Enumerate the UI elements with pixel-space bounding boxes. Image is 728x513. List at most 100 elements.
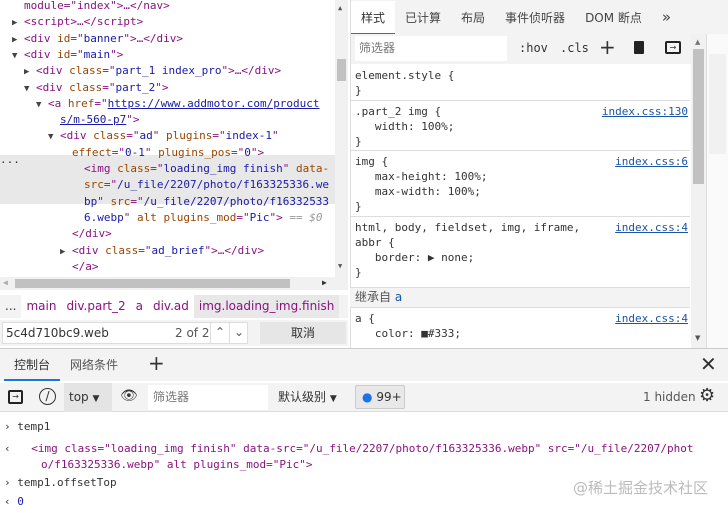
style-rule: img { max-height: 100%; max-width: 100%;… [355, 155, 488, 213]
style-rule: a { color: ■#333; [355, 312, 461, 340]
paint-icon[interactable] [634, 41, 644, 54]
breadcrumb-a[interactable]: a [130, 295, 148, 318]
breadcrumb-img[interactable]: img.loading_img.finish [193, 295, 340, 318]
toggle-sidebar-icon[interactable]: → [665, 41, 681, 54]
dom-token: =" [126, 129, 140, 143]
dom-node-line[interactable]: src="/u_file/2207/photo/f163325336.we [84, 177, 329, 193]
issues-badge[interactable]: ● 99+ [355, 385, 405, 409]
expand-right-icon[interactable]: ▶ [12, 15, 24, 31]
dom-node-line[interactable]: s/m-560-p7"> [60, 112, 139, 128]
hov-button[interactable]: :hov [519, 41, 548, 55]
dom-token: part_2 [115, 80, 156, 94]
dom-token: part_1 index_pro [115, 64, 222, 78]
style-source-link[interactable]: index.css:4 [615, 220, 688, 235]
show-sidebar-icon[interactable]: → [8, 390, 23, 404]
dom-token: src [110, 194, 131, 208]
styles-scroll-up-icon[interactable]: ▲ [695, 38, 700, 46]
inherited-from-link[interactable]: a [395, 290, 402, 304]
log-level-dropdown[interactable]: 默认级别 ▼ [278, 383, 337, 412]
breadcrumb-more-left[interactable]: ... [0, 295, 21, 318]
elements-vertical-scrollbar[interactable]: ▲ ▼ [335, 0, 348, 277]
dom-node-line[interactable]: ▼ <div class="part_2"> [24, 80, 169, 96]
tab-network-conditions[interactable]: 网络条件 [60, 349, 128, 381]
dom-token: " [97, 194, 111, 208]
overview-thumb[interactable] [709, 54, 726, 154]
node-ellipsis[interactable]: ... [0, 153, 20, 166]
dom-node-line[interactable]: ▶ <div class="ad_brief">…</div> [60, 243, 264, 259]
search-input[interactable]: 5c4d710bc9.web 2 of 2 ⌃ ⌄ [2, 322, 248, 344]
expand-right-icon[interactable]: ▶ [60, 244, 72, 260]
expand-right-icon[interactable]: ▶ [12, 32, 24, 48]
elements-tree[interactable]: module="index">…</nav> ▶ <script>…</script… [0, 0, 348, 290]
dom-node-line[interactable]: </div> [72, 226, 112, 242]
dom-token: banner [83, 31, 124, 45]
dom-node-line[interactable]: 6.webp" alt plugins_mod="Pic"> == $0 [84, 210, 322, 226]
dom-node-line[interactable]: effect="0-1" plugins_pos="0"> [72, 145, 264, 161]
scroll-thumb[interactable] [337, 59, 346, 81]
dom-token: plugins_pos [158, 145, 231, 159]
search-prev-icon[interactable]: ⌃ [210, 322, 229, 344]
breadcrumb-div-part2[interactable]: div.part_2 [61, 295, 131, 318]
style-source-link[interactable]: index.css:4 [615, 311, 688, 326]
styles-scroll-down-icon[interactable]: ▼ [695, 334, 700, 342]
tab-computed[interactable]: 已计算 [395, 1, 451, 35]
styles-filter-input[interactable]: 筛选器 [355, 36, 507, 61]
dom-token: Pic [249, 210, 270, 224]
tab-layout[interactable]: 布局 [451, 1, 495, 35]
rule-divider [350, 216, 690, 217]
console-text: 0 [17, 495, 24, 508]
cancel-button[interactable]: 取消 [260, 322, 346, 344]
dom-token: =" [230, 145, 245, 159]
tab-event-listeners[interactable]: 事件侦听器 [495, 1, 575, 35]
scroll-down-icon[interactable]: ▼ [338, 262, 342, 270]
live-expression-icon[interactable]: 👁 [120, 388, 138, 404]
cls-button[interactable]: .cls [560, 41, 589, 55]
dom-node-line[interactable]: ▼ <a href="https://www.addmotor.com/produ… [36, 96, 320, 112]
context-selector[interactable]: top ▼ [64, 383, 112, 412]
dom-node-line[interactable]: ▶ <div class="part_1 index_pro">…</div> [24, 63, 281, 79]
dom-node-line[interactable]: ▼ <div id="main"> [12, 47, 123, 63]
dom-node-line[interactable]: <img class="loading_img finish" data- [84, 161, 329, 177]
style-source-link[interactable]: index.css:130 [602, 104, 688, 119]
dom-node-line[interactable]: ▼ <div class="ad" plugins="index-1" [48, 128, 279, 144]
dropdown-arrow-icon: ▼ [92, 394, 100, 404]
close-drawer-icon[interactable]: ✕ [700, 352, 717, 376]
console-settings-icon[interactable]: ⚙ [699, 385, 715, 406]
elements-horizontal-scrollbar[interactable]: ◀ ▶ [0, 277, 348, 290]
h-scroll-thumb[interactable] [15, 279, 290, 288]
style-source-link[interactable]: index.css:6 [615, 154, 688, 169]
expand-down-icon[interactable]: ▼ [36, 97, 48, 113]
scroll-right-icon[interactable]: ▶ [322, 278, 327, 287]
dom-node-line[interactable]: ▶ <div id="banner">…</div> [12, 31, 183, 47]
tab-styles[interactable]: 样式 [351, 1, 396, 35]
dom-node-line[interactable]: ▶ <script>…</script> [12, 14, 143, 30]
dom-token: </a> [72, 259, 99, 273]
dom-token: <div [24, 47, 58, 61]
styles-scroll-thumb[interactable] [693, 49, 704, 184]
dom-node-line[interactable]: </a> [72, 259, 99, 275]
dom-node-line[interactable]: bp" src="/u_file/2207/photo/f16332533 [84, 194, 329, 210]
breadcrumb-div-ad[interactable]: div.ad [147, 295, 194, 318]
expand-down-icon[interactable]: ▼ [12, 48, 24, 64]
console-filter-input[interactable]: 筛选器 [148, 385, 268, 410]
tab-dom-breakpoints[interactable]: DOM 断点 [575, 1, 652, 35]
clear-console-icon[interactable]: / [39, 388, 56, 405]
expand-down-icon[interactable]: ▼ [48, 129, 60, 145]
dom-node-line[interactable]: module="index">…</nav> [24, 0, 170, 14]
input-prompt-icon: › [4, 420, 18, 433]
scroll-up-icon[interactable]: ▲ [338, 4, 342, 12]
breadcrumb-main[interactable]: main [21, 295, 62, 318]
dom-token: =" [111, 145, 125, 159]
expand-right-icon[interactable]: ▶ [24, 64, 36, 80]
new-style-rule-icon[interactable]: + [599, 35, 616, 59]
add-tab-icon[interactable]: + [148, 351, 165, 375]
dom-token: data- [295, 162, 330, 175]
dom-token: <img [84, 162, 118, 175]
scroll-left-icon[interactable]: ◀ [3, 278, 8, 287]
search-next-icon[interactable]: ⌄ [229, 322, 248, 344]
watermark: @稀土掘金技术社区 [573, 479, 709, 497]
tab-console[interactable]: 控制台 [4, 349, 61, 381]
styles-scrollbar[interactable]: ▲ ▼ [691, 34, 706, 348]
expand-down-icon[interactable]: ▼ [24, 81, 36, 97]
more-tabs-icon[interactable]: » [652, 0, 681, 34]
